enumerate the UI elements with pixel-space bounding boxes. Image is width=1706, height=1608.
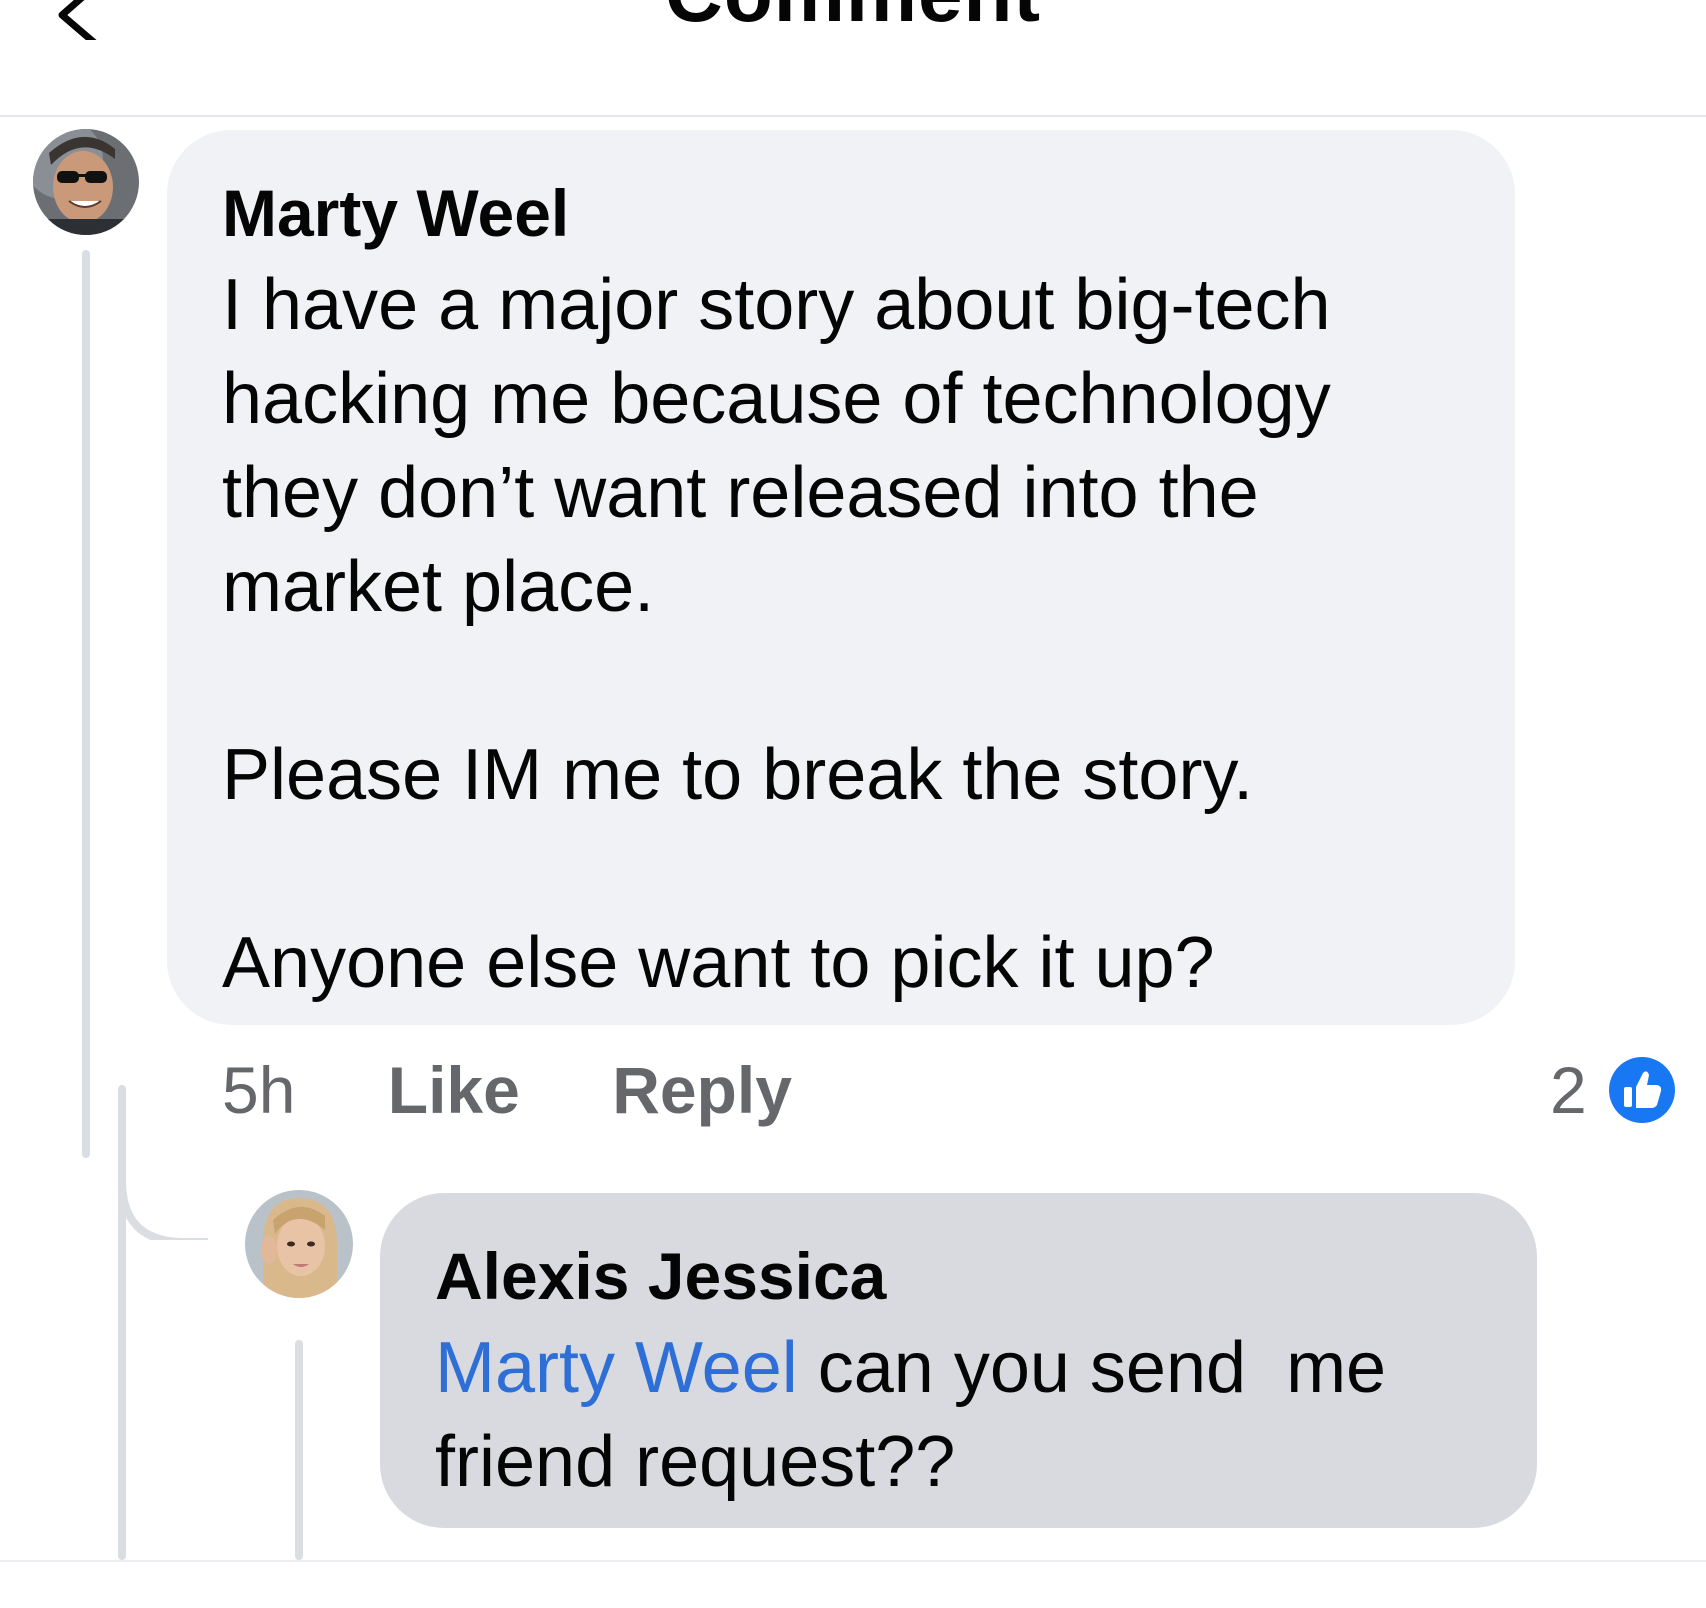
reaction-count: 2 — [1550, 1053, 1587, 1127]
reply-bubble[interactable]: Alexis Jessica Marty Weel can you send m… — [380, 1193, 1537, 1528]
bottom-bar — [0, 1560, 1706, 1608]
reply-author[interactable]: Alexis Jessica — [435, 1231, 1482, 1321]
comment-timestamp[interactable]: 5h — [222, 1045, 295, 1135]
page-title: Comment — [0, 0, 1706, 40]
mention-link[interactable]: Marty Weel — [435, 1328, 798, 1408]
comment-text: I have a major story about big-tech hack… — [222, 265, 1331, 1003]
like-button[interactable]: Like — [388, 1045, 520, 1135]
reply-text: Marty Weel can you send me friend reques… — [435, 1321, 1482, 1509]
profile-photo-marty — [33, 129, 139, 235]
avatar[interactable] — [245, 1190, 353, 1298]
comment-author[interactable]: Marty Weel — [222, 168, 1460, 258]
reactions-summary[interactable]: 2 — [1550, 1045, 1677, 1135]
reply-connector — [118, 1150, 208, 1240]
avatar[interactable] — [33, 129, 139, 235]
comment-actions: 5h Like Reply — [222, 1045, 792, 1135]
comment-bubble[interactable]: Marty Weel I have a major story about bi… — [167, 130, 1515, 1025]
reply-button[interactable]: Reply — [612, 1045, 792, 1135]
reply-thread-line-nested — [295, 1340, 303, 1560]
thumbs-up-icon — [1607, 1055, 1677, 1125]
header-bar: Comment — [0, 0, 1706, 117]
thread-line — [82, 250, 90, 1158]
profile-photo-alexis — [245, 1190, 353, 1298]
